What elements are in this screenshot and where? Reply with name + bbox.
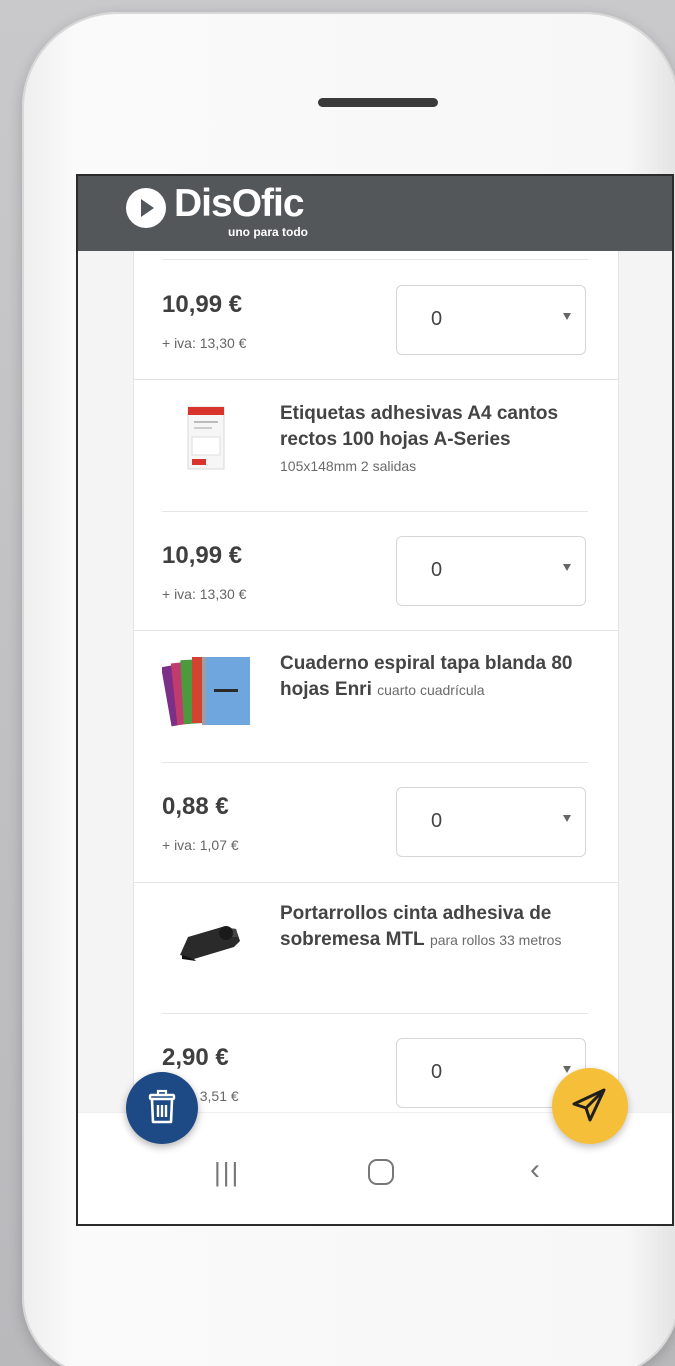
app-header: DisOfic uno para todo xyxy=(78,176,672,251)
phone-screen: DisOfic uno para todo 10,99 € + iva: 13,… xyxy=(76,174,674,1226)
product-description: 105x148mm 2 salidas xyxy=(280,458,417,474)
product-card-list: 10,99 € + iva: 13,30 € 0 Etiquetas adhes… xyxy=(133,251,619,1154)
spiral-notebooks-image xyxy=(161,649,258,735)
divider xyxy=(134,630,618,631)
divider xyxy=(162,511,588,512)
divider xyxy=(134,379,618,380)
product-description: para rollos 33 metros xyxy=(429,932,562,948)
tape-dispenser-image xyxy=(174,915,246,965)
back-icon[interactable]: ‹ xyxy=(530,1153,540,1187)
product-name[interactable]: Etiquetas adhesivas A4 cantos rectos 100… xyxy=(280,401,580,479)
price: 10,99 € xyxy=(162,291,243,318)
price-with-iva: + iva: 1,07 € xyxy=(162,837,239,853)
phone-frame: DisOfic uno para todo 10,99 € + iva: 13,… xyxy=(22,12,675,1366)
quantity-value: 0 xyxy=(431,559,443,581)
product-description: cuarto cuadrícula xyxy=(377,682,485,698)
price: 0,88 € xyxy=(162,793,229,820)
labels-sheet-image xyxy=(184,403,230,475)
divider xyxy=(162,259,588,260)
price-with-iva: + iva: 13,30 € xyxy=(162,586,247,602)
quantity-value: 0 xyxy=(431,810,443,832)
quantity-value: 0 xyxy=(431,308,443,330)
send-order-button[interactable] xyxy=(552,1068,628,1144)
quantity-select[interactable]: 0 xyxy=(396,787,586,857)
trash-icon xyxy=(148,1089,176,1124)
product-list[interactable]: 10,99 € + iva: 13,30 € 0 Etiquetas adhes… xyxy=(78,251,672,1154)
home-icon[interactable] xyxy=(368,1159,394,1185)
caret-down-icon xyxy=(563,564,571,571)
recents-icon[interactable]: ||| xyxy=(214,1157,240,1188)
product-name[interactable]: Portarrollos cinta adhesiva de sobremesa… xyxy=(280,901,580,953)
phone-speaker xyxy=(318,98,438,107)
delete-button[interactable] xyxy=(126,1072,198,1144)
paper-plane-icon xyxy=(572,1088,606,1122)
quantity-select[interactable]: 0 xyxy=(396,285,586,355)
quantity-value: 0 xyxy=(431,1061,443,1083)
quantity-select[interactable]: 0 xyxy=(396,536,586,606)
product-name[interactable]: Cuaderno espiral tapa blanda 80 hojas En… xyxy=(280,651,580,703)
brand-logo-icon xyxy=(126,188,166,228)
brand-name: DisOfic xyxy=(174,182,305,225)
divider xyxy=(162,1013,588,1014)
product-title: Etiquetas adhesivas A4 cantos rectos 100… xyxy=(280,403,559,450)
price: 10,99 € xyxy=(162,542,243,569)
brand-tagline: uno para todo xyxy=(228,225,308,239)
price: 2,90 € xyxy=(162,1044,229,1071)
caret-down-icon xyxy=(563,313,571,320)
caret-down-icon xyxy=(563,815,571,822)
divider xyxy=(134,882,618,883)
price-with-iva: + iva: 13,30 € xyxy=(162,335,247,351)
divider xyxy=(162,762,588,763)
